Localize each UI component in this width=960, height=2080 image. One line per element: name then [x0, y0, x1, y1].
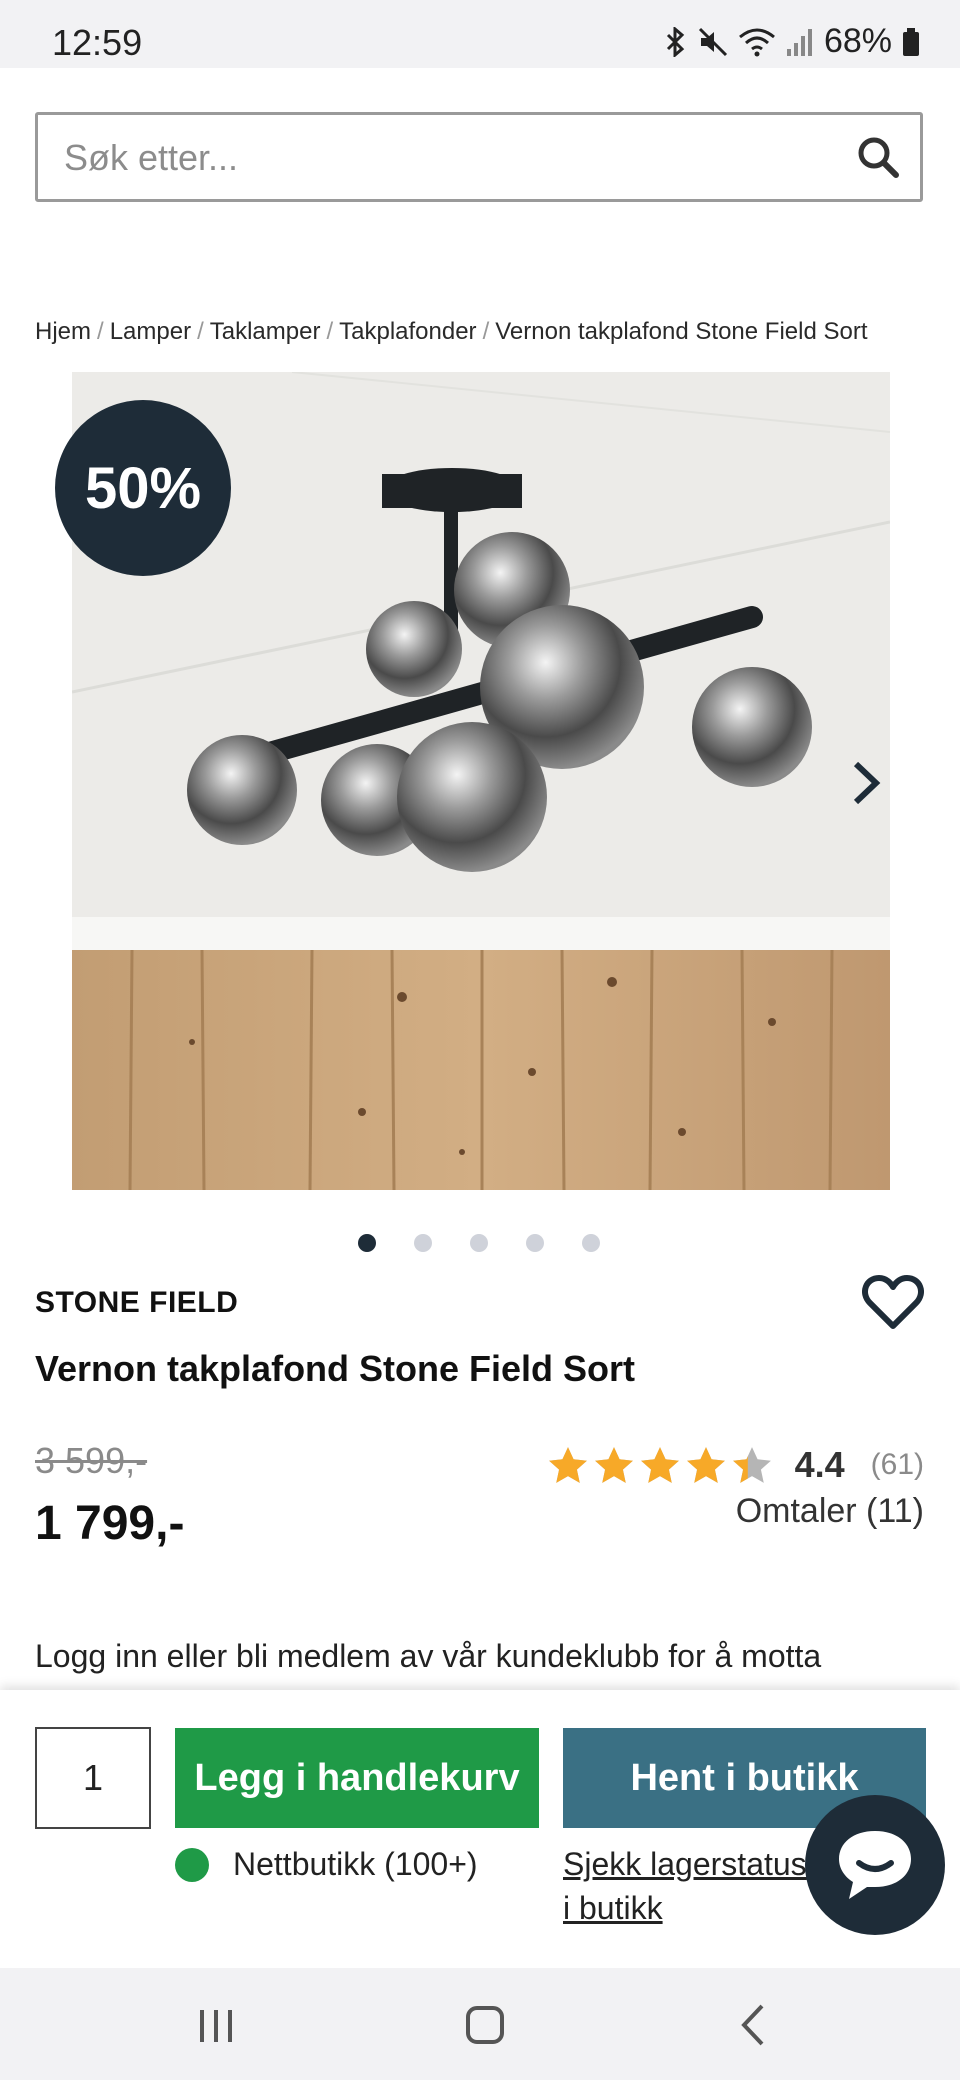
wifi-icon: [738, 28, 775, 56]
breadcrumb-separator: /: [482, 318, 490, 345]
star-icon: [594, 1447, 633, 1483]
member-text: Logg inn eller bli medlem av vår kundekl…: [35, 1638, 822, 1692]
check-stock-link[interactable]: Sjekk lagerstatus i butikk: [563, 1842, 813, 1930]
breadcrumb-separator: /: [97, 318, 104, 345]
heart-icon[interactable]: [862, 1274, 924, 1332]
status-bar: 12:59 68%: [0, 0, 960, 68]
search-box: [35, 112, 923, 202]
chevron-right-icon[interactable]: [848, 758, 884, 808]
breadcrumb-taklamper[interactable]: Taklamper: [210, 318, 321, 345]
add-to-cart-button[interactable]: Legg i handlekurv: [175, 1728, 539, 1828]
gallery-dot[interactable]: [414, 1234, 432, 1252]
status-time: 12:59: [52, 22, 143, 63]
breadcrumb-lamper[interactable]: Lamper: [110, 318, 191, 345]
breadcrumb-home[interactable]: Hjem: [35, 318, 91, 345]
battery-icon: [903, 27, 919, 56]
reviews-link[interactable]: Omtaler (11): [736, 1492, 924, 1531]
quantity-input[interactable]: [35, 1727, 151, 1829]
chat-button[interactable]: [805, 1795, 945, 1935]
product-title: Vernon takplafond Stone Field Sort: [35, 1348, 636, 1389]
home-icon[interactable]: [455, 2000, 515, 2050]
discount-badge: 50%: [55, 400, 231, 576]
gallery-dot[interactable]: [358, 1234, 376, 1252]
battery-percent: 68%: [823, 22, 892, 60]
stock-label: Nettbutikk (100+): [233, 1846, 478, 1882]
mute-icon: [698, 27, 727, 56]
gallery-dot[interactable]: [526, 1234, 544, 1252]
star-icon: [640, 1447, 679, 1483]
bluetooth-icon: [666, 26, 685, 57]
search-icon[interactable]: [854, 133, 902, 181]
system-nav-bar: [0, 1968, 960, 2080]
status-icons: 68%: [664, 22, 920, 61]
rating-stars: [547, 1445, 773, 1485]
rating-count: (61): [870, 1448, 924, 1481]
rating-value: 4.4: [794, 1444, 845, 1485]
breadcrumb-takplafonder[interactable]: Takplafonder: [339, 318, 476, 345]
current-price: 1 799,-: [35, 1497, 185, 1550]
breadcrumb-current[interactable]: Vernon takplafond Stone Field Sort: [495, 318, 867, 345]
gallery-dot[interactable]: [582, 1234, 600, 1252]
chat-icon: [839, 1831, 911, 1899]
stock-status: Nettbutikk (100+): [175, 1846, 478, 1883]
signal-icon: [786, 28, 812, 56]
gallery-dot[interactable]: [470, 1234, 488, 1252]
back-icon[interactable]: [724, 2000, 784, 2050]
breadcrumb: Hjem / Lamper / Taklamper / Takplafonder / Verno…: [35, 318, 867, 346]
stock-indicator-icon: [175, 1847, 209, 1882]
star-icon: [732, 1447, 771, 1483]
product-brand[interactable]: STONE FIELD: [35, 1286, 238, 1320]
search-input[interactable]: [62, 115, 846, 201]
breadcrumb-separator: /: [326, 318, 334, 345]
star-icon: [686, 1447, 725, 1483]
rating[interactable]: 4.4 (61): [547, 1444, 924, 1486]
breadcrumb-separator: /: [197, 318, 204, 345]
old-price: 3 599,-: [35, 1440, 148, 1481]
recent-apps-icon[interactable]: [186, 2000, 246, 2050]
star-icon: [548, 1447, 587, 1483]
gallery-dots: [358, 1234, 600, 1252]
